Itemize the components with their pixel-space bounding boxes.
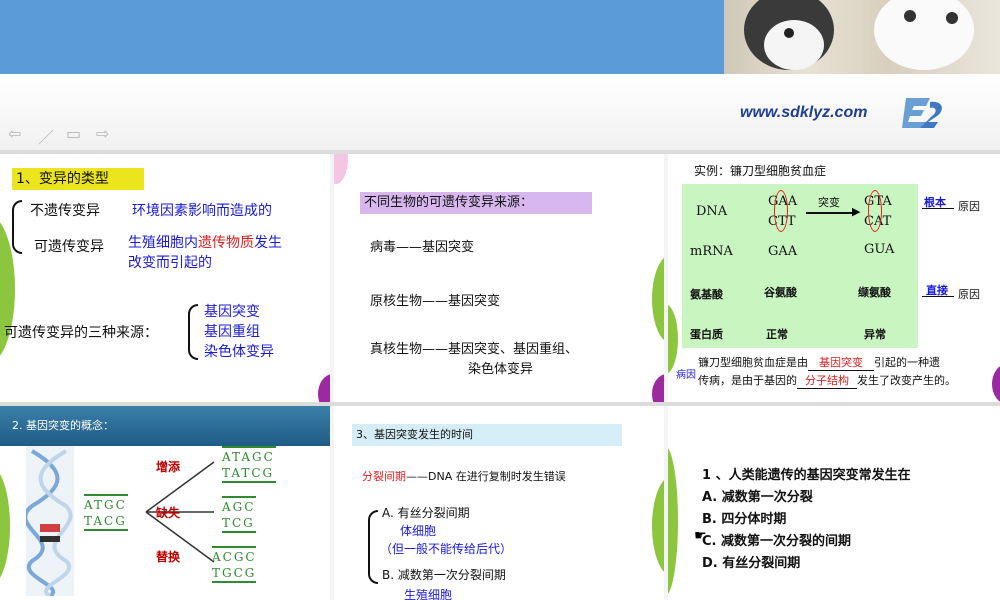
heritable-desc: 生殖细胞内遗传物质发生	[128, 235, 282, 251]
slide-mutation-timing[interactable]: 3、基因突变发生的时间 分裂间期——DNA 在进行复制时发生错误 A. 有丝分裂…	[334, 406, 664, 600]
prokaryote-line: 原核生物——基因突变	[370, 294, 501, 309]
slide-title: 1、变异的类型	[12, 168, 144, 190]
option-meiosis: B. 减数第一次分裂间期	[382, 568, 506, 582]
op-substitute: 替换	[156, 550, 181, 564]
mutation-circle	[774, 190, 788, 232]
summary-line2: 传病，是由于基因的 分子结构 发生了改变产生的。	[698, 374, 956, 389]
cause-tag: 病因	[676, 370, 696, 381]
mrna-mutant: GUA	[864, 242, 895, 257]
sub-top-strand: ACGC	[212, 550, 257, 564]
slide-variation-types[interactable]: 1、变异的类型 不遗传变异 环境因素影响而造成的 可遗传变异 生殖细胞内遗传物质…	[0, 154, 330, 402]
rabbits-photo	[724, 0, 1000, 74]
germ-cell: 生殖细胞	[404, 588, 453, 600]
quiz-option-c[interactable]: C. 减数第一次分裂的间期	[702, 530, 851, 549]
brace	[12, 200, 22, 254]
direct-cause-label: 原因	[958, 288, 980, 301]
interphase-line: 分裂间期——DNA 在进行复制时发生错误	[362, 470, 566, 483]
add-top-strand: ATAGC	[222, 450, 275, 464]
original-top-strand: ATGC	[84, 498, 127, 512]
arrow-head-icon: ▶	[852, 205, 861, 218]
mutation-label: 突变	[818, 196, 840, 209]
delete-bottom-strand: TCG	[222, 516, 255, 530]
source-item: 染色体变异	[204, 344, 274, 360]
sources-label: 可遗传变异的三种来源：	[4, 325, 158, 341]
quiz-option-d[interactable]: D. 有丝分裂间期	[702, 552, 800, 571]
slide-title: 3、基因突变发生的时间	[352, 424, 622, 446]
source-item: 基因突变	[204, 304, 260, 320]
slide-variation-sources[interactable]: 不同生物的可遗传变异来源： 病毒——基因突变 原核生物——基因突变 真核生物——…	[334, 154, 664, 402]
original-bottom-strand: TACG	[84, 514, 127, 528]
op-add: 增添	[156, 460, 181, 474]
quiz-option-a[interactable]: A. 减数第一次分裂	[702, 486, 813, 505]
source-item: 基因重组	[204, 324, 260, 340]
menu-icon[interactable]: ▭	[66, 124, 81, 143]
quiz-option-b[interactable]: B. 四分体时期	[702, 508, 786, 527]
protein-mutant: 异常	[864, 328, 886, 341]
virus-line: 病毒——基因突变	[370, 240, 475, 255]
somatic-cell: 体细胞	[400, 524, 437, 538]
eukaryote-line-cont: 染色体变异	[468, 362, 534, 377]
site-logo	[902, 98, 942, 128]
slide-title: 2. 基因突变的概念：	[12, 419, 114, 432]
slide-mutation-concept[interactable]: 2. 基因突变的概念： ATGC TACG 增添 缺失 替换 ATAGC TAT…	[0, 406, 330, 600]
row-label-dna: DNA	[696, 204, 728, 219]
brace	[368, 510, 378, 584]
slide-title: 不同生物的可遗传变异来源：	[360, 192, 592, 214]
not-inherited-note: （但一般不能传给后代）	[380, 542, 513, 556]
brace	[188, 304, 198, 360]
heritable-desc-cont: 改变而引起的	[128, 255, 212, 271]
option-mitosis: A. 有丝分裂间期	[382, 506, 470, 520]
row-label-amino-acid: 氨基酸	[690, 288, 723, 301]
quiz-question: 1 、人类能遗传的基因突变常发生在	[702, 468, 911, 483]
eukaryote-line: 真核生物——基因突变、基因重组、	[370, 342, 579, 357]
mrna-normal: GAA	[768, 244, 798, 259]
heritable-label: 可遗传变异	[34, 239, 104, 255]
site-url[interactable]: www.sdklyz.com	[740, 104, 867, 122]
dna-helix-image	[26, 446, 74, 596]
protein-normal: 正常	[766, 328, 788, 341]
mutation-arrow	[806, 212, 856, 214]
pen-icon[interactable]: ／	[38, 124, 54, 148]
op-delete: 缺失	[156, 506, 181, 520]
slide-sickle-cell[interactable]: 实例：镰刀型细胞贫血症 DNA mRNA 氨基酸 蛋白质 GAA CTT 突变 …	[668, 154, 1000, 402]
nonheritable-label: 不遗传变异	[30, 203, 100, 219]
forward-arrow-icon[interactable]: ⇨	[96, 124, 109, 143]
row-label-protein: 蛋白质	[690, 328, 723, 341]
slide-quiz[interactable]: 1 、人类能遗传的基因突变常发生在 A. 减数第一次分裂 B. 四分体时期 ☛ …	[668, 406, 1000, 600]
sub-bottom-strand: TGCG	[212, 566, 257, 580]
delete-top-strand: AGC	[222, 500, 256, 514]
row-label-mrna: mRNA	[690, 244, 733, 259]
amino-acid-normal: 谷氨酸	[764, 286, 797, 299]
root-cause-label: 原因	[958, 200, 980, 213]
back-arrow-icon[interactable]: ⇦	[8, 124, 21, 143]
add-bottom-strand: TATCG	[222, 466, 275, 480]
nonheritable-desc: 环境因素影响而造成的	[132, 203, 272, 219]
sources-list: 基因突变 基因重组 染色体变异	[204, 302, 274, 362]
blank-line	[922, 208, 954, 209]
blank-line	[922, 296, 954, 297]
summary-line1: 镰刀型细胞贫血症是由 基因突变 引起的一种遗	[698, 356, 940, 371]
amino-acid-mutant: 缬氨酸	[858, 286, 891, 299]
mutation-circle	[868, 190, 882, 232]
slide-title: 实例：镰刀型细胞贫血症	[694, 164, 827, 178]
